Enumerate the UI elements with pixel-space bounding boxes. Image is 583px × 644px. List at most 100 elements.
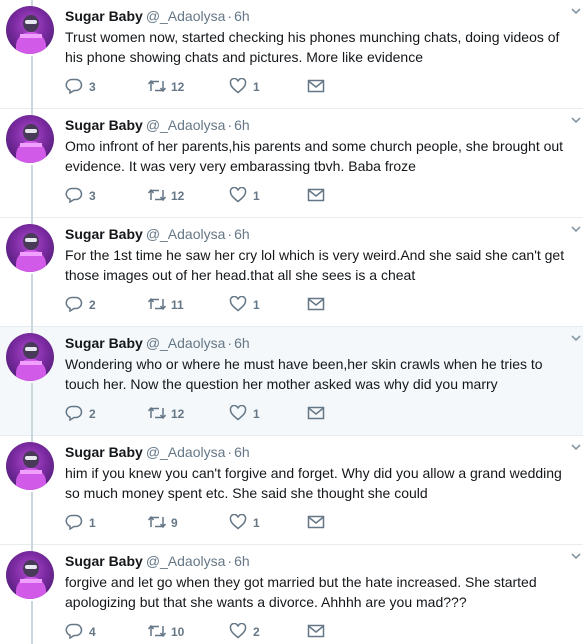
avatar[interactable] — [6, 115, 54, 163]
envelope-icon — [307, 515, 325, 529]
tweet-header: Sugar Baby @_Adaolysa · 6h — [65, 116, 573, 134]
timestamp[interactable]: 6h — [234, 8, 250, 24]
user-handle[interactable]: @_Adaolysa — [146, 444, 226, 460]
user-handle[interactable]: @_Adaolysa — [146, 553, 226, 569]
chevron-down-icon[interactable] — [571, 115, 581, 125]
tweet[interactable]: Sugar Baby @_Adaolysa · 6h For the 1st time… — [0, 218, 583, 327]
tweet[interactable]: Sugar Baby @_Adaolysa · 6h him if you knew … — [0, 436, 583, 545]
tweet-header: Sugar Baby @_Adaolysa · 6h — [65, 334, 573, 352]
like-count: 1 — [253, 516, 260, 530]
tweet-text: Trust women now, started checking his ph… — [65, 29, 560, 65]
separator-dot: · — [227, 226, 233, 242]
heart-icon — [229, 623, 247, 639]
user-handle[interactable]: @_Adaolysa — [146, 335, 226, 351]
chevron-down-icon[interactable] — [571, 224, 581, 234]
timestamp[interactable]: 6h — [234, 226, 250, 242]
user-name[interactable]: Sugar Baby — [65, 117, 143, 133]
reply-icon — [65, 296, 83, 312]
tweet[interactable]: Sugar Baby @_Adaolysa · 6h Omo infront of h… — [0, 109, 583, 218]
thread-line-bottom — [31, 601, 33, 644]
separator-dot: · — [227, 117, 233, 133]
tweet-text: Wondering who or where he must have been… — [65, 356, 543, 392]
reply-count: 4 — [89, 625, 96, 639]
user-handle[interactable]: @_Adaolysa — [146, 117, 226, 133]
separator-dot: · — [227, 8, 233, 24]
thread-line-bottom — [31, 492, 33, 545]
heart-icon — [229, 78, 247, 94]
user-name[interactable]: Sugar Baby — [65, 226, 143, 242]
tweet-actions: 3 12 1 — [65, 185, 365, 205]
avatar[interactable] — [6, 333, 54, 381]
reply-count: 3 — [89, 80, 96, 94]
tweet-header: Sugar Baby @_Adaolysa · 6h — [65, 552, 573, 570]
timestamp[interactable]: 6h — [234, 117, 250, 133]
heart-icon — [229, 296, 247, 312]
thread-line-bottom — [31, 56, 33, 109]
heart-icon — [229, 187, 247, 203]
retweet-icon — [147, 624, 167, 638]
tweet[interactable]: Sugar Baby @_Adaolysa · 6h Wondering who or… — [0, 327, 583, 436]
avatar[interactable] — [6, 442, 54, 490]
retweet-icon — [147, 297, 167, 311]
tweet-text: forgive and let go when they got married… — [65, 574, 537, 610]
tweet-text: him if you knew you can't forgive and fo… — [65, 465, 562, 501]
avatar[interactable] — [6, 224, 54, 272]
avatar[interactable] — [6, 6, 54, 54]
envelope-icon — [307, 297, 325, 311]
like-count: 1 — [253, 407, 260, 421]
chevron-down-icon[interactable] — [571, 6, 581, 16]
timestamp[interactable]: 6h — [234, 335, 250, 351]
tweet-header: Sugar Baby @_Adaolysa · 6h — [65, 225, 573, 243]
avatar[interactable] — [6, 551, 54, 599]
retweet-count: 12 — [171, 407, 185, 421]
thread-line-bottom — [31, 274, 33, 327]
like-count: 2 — [253, 625, 260, 639]
reply-count: 1 — [89, 516, 96, 530]
tweet-text: Omo infront of her parents,his parents a… — [65, 138, 564, 174]
retweet-count: 10 — [171, 625, 185, 639]
tweet-actions: 1 9 1 — [65, 512, 365, 532]
chevron-down-icon[interactable] — [571, 442, 581, 452]
chevron-down-icon[interactable] — [571, 333, 581, 343]
thread-line-bottom — [31, 383, 33, 436]
heart-icon — [229, 405, 247, 421]
separator-dot: · — [227, 553, 233, 569]
user-name[interactable]: Sugar Baby — [65, 444, 143, 460]
retweet-count: 12 — [171, 80, 185, 94]
reply-icon — [65, 405, 83, 421]
reply-icon — [65, 78, 83, 94]
envelope-icon — [307, 188, 325, 202]
reply-icon — [65, 514, 83, 530]
tweet-actions: 2 12 1 — [65, 403, 365, 423]
retweet-icon — [147, 79, 167, 93]
reply-count: 2 — [89, 298, 96, 312]
user-name[interactable]: Sugar Baby — [65, 8, 143, 24]
envelope-icon — [307, 79, 325, 93]
like-count: 1 — [253, 298, 260, 312]
user-handle[interactable]: @_Adaolysa — [146, 226, 226, 242]
tweet-header: Sugar Baby @_Adaolysa · 6h — [65, 443, 573, 461]
tweet[interactable]: Sugar Baby @_Adaolysa · 6h Trust women now,… — [0, 0, 583, 109]
timestamp[interactable]: 6h — [234, 553, 250, 569]
tweet-actions: 2 11 1 — [65, 294, 365, 314]
timestamp[interactable]: 6h — [234, 444, 250, 460]
heart-icon — [229, 514, 247, 530]
retweet-count: 11 — [171, 298, 184, 312]
tweet-thread: Sugar Baby @_Adaolysa · 6h Trust women now,… — [0, 0, 583, 644]
envelope-icon — [307, 624, 325, 638]
retweet-icon — [147, 406, 167, 420]
thread-line-bottom — [31, 165, 33, 218]
separator-dot: · — [227, 444, 233, 460]
user-handle[interactable]: @_Adaolysa — [146, 8, 226, 24]
tweet[interactable]: Sugar Baby @_Adaolysa · 6h forgive and let … — [0, 545, 583, 644]
tweet-actions: 3 12 1 — [65, 76, 365, 96]
retweet-count: 12 — [171, 189, 185, 203]
retweet-icon — [147, 188, 167, 202]
reply-icon — [65, 623, 83, 639]
like-count: 1 — [253, 80, 260, 94]
chevron-down-icon[interactable] — [571, 551, 581, 561]
user-name[interactable]: Sugar Baby — [65, 335, 143, 351]
separator-dot: · — [227, 335, 233, 351]
user-name[interactable]: Sugar Baby — [65, 553, 143, 569]
tweet-actions: 4 10 2 — [65, 621, 365, 641]
